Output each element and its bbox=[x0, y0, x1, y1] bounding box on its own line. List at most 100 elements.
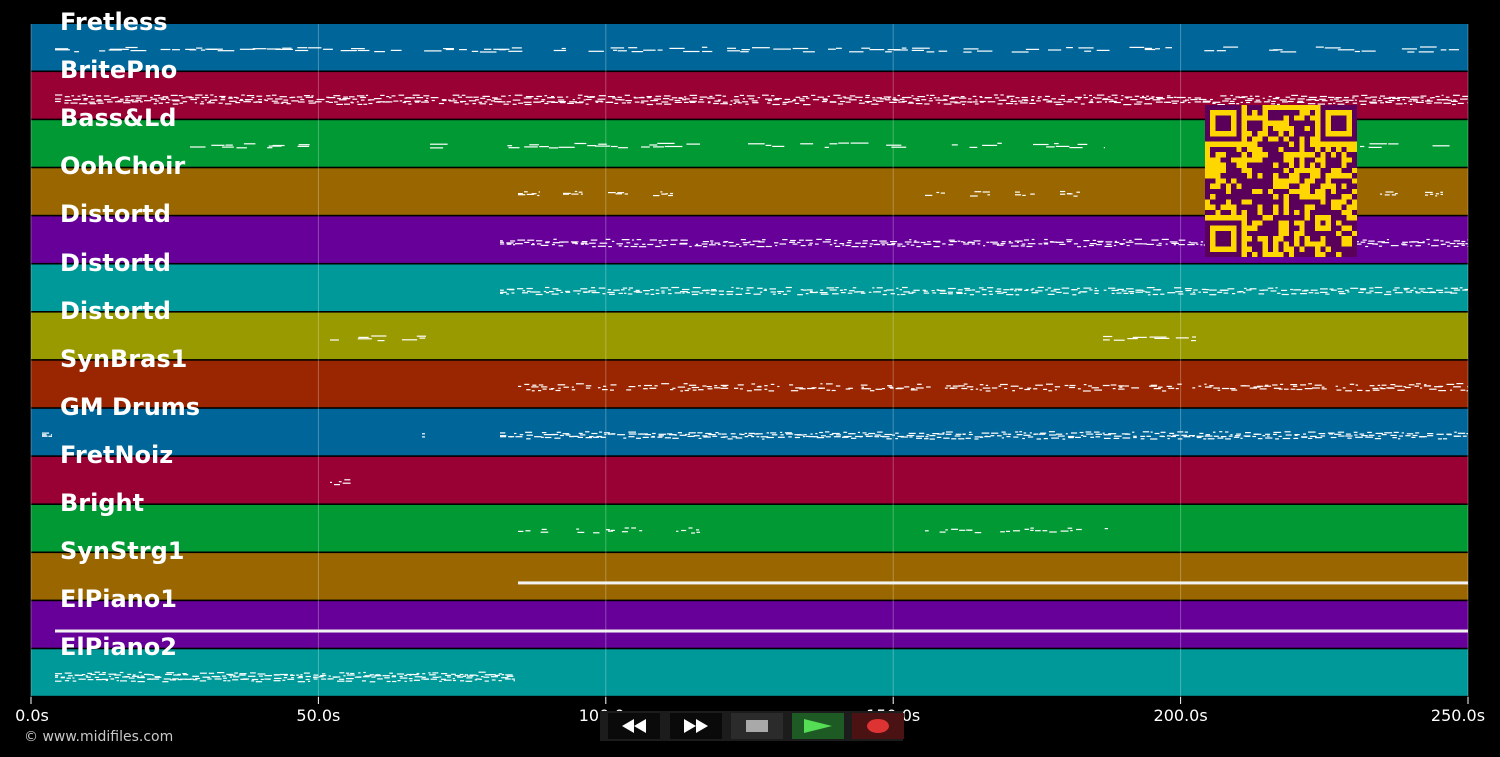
midi-note bbox=[1126, 244, 1130, 247]
midi-note bbox=[772, 103, 780, 106]
midi-note bbox=[777, 291, 784, 293]
midi-note bbox=[330, 481, 332, 483]
midi-note bbox=[742, 98, 745, 100]
midi-note bbox=[1440, 240, 1444, 242]
midi-note bbox=[914, 240, 917, 242]
midi-note bbox=[1116, 292, 1122, 294]
midi-note bbox=[1427, 99, 1430, 101]
midi-note bbox=[683, 50, 700, 53]
midi-note bbox=[629, 287, 633, 289]
midi-note bbox=[1397, 438, 1401, 440]
midi-note bbox=[412, 94, 420, 96]
midi-note bbox=[524, 191, 528, 193]
midi-note bbox=[1088, 101, 1094, 104]
midi-note bbox=[672, 437, 679, 439]
stop-button[interactable] bbox=[731, 713, 783, 739]
midi-note bbox=[1390, 384, 1396, 386]
midi-note bbox=[1166, 97, 1174, 99]
midi-note bbox=[1462, 435, 1467, 437]
midi-note bbox=[1083, 97, 1088, 99]
midi-note bbox=[480, 97, 486, 99]
midi-note bbox=[559, 102, 566, 104]
midi-note bbox=[1037, 97, 1040, 100]
midi-note bbox=[699, 292, 704, 294]
midi-note bbox=[1210, 98, 1213, 101]
midi-note bbox=[692, 287, 701, 289]
play-button[interactable] bbox=[792, 713, 844, 739]
midi-note bbox=[965, 289, 972, 291]
midi-note bbox=[556, 431, 561, 433]
midi-note bbox=[518, 581, 1468, 585]
midi-note bbox=[575, 102, 583, 104]
midi-note bbox=[1427, 287, 1433, 289]
midi-note bbox=[886, 144, 902, 146]
midi-note bbox=[774, 98, 782, 100]
midi-note bbox=[1142, 95, 1145, 97]
midi-note bbox=[554, 437, 561, 439]
track-name: Distortd bbox=[60, 200, 171, 229]
midi-note bbox=[624, 292, 627, 294]
midi-note bbox=[1035, 384, 1043, 386]
midi-note bbox=[1397, 389, 1405, 391]
midi-note bbox=[1160, 431, 1166, 433]
record-button[interactable] bbox=[852, 713, 904, 739]
midi-note bbox=[594, 145, 611, 147]
midi-note bbox=[1337, 49, 1355, 51]
midi-note bbox=[291, 100, 299, 102]
midi-note bbox=[660, 287, 669, 289]
midi-note bbox=[207, 678, 212, 680]
midi-note bbox=[152, 678, 160, 680]
midi-note bbox=[924, 438, 929, 440]
midi-note bbox=[677, 432, 682, 434]
midi-note bbox=[1308, 431, 1316, 433]
midi-note bbox=[628, 47, 638, 49]
midi-note bbox=[476, 675, 479, 677]
midi-note bbox=[947, 291, 953, 293]
midi-note bbox=[674, 292, 682, 294]
midi-note bbox=[1209, 294, 1217, 296]
midi-note bbox=[515, 436, 523, 438]
midi-note bbox=[139, 95, 148, 97]
midi-note bbox=[861, 386, 864, 388]
midi-note bbox=[466, 677, 473, 679]
midi-note bbox=[820, 383, 823, 385]
midi-note bbox=[1124, 433, 1131, 435]
midi-note bbox=[891, 242, 896, 245]
midi-note bbox=[797, 241, 801, 244]
midi-note bbox=[777, 436, 785, 438]
midi-note bbox=[131, 101, 139, 103]
fast-forward-button[interactable] bbox=[670, 713, 722, 739]
rewind-button[interactable] bbox=[608, 713, 660, 739]
midi-note bbox=[526, 438, 531, 440]
midi-note bbox=[55, 98, 62, 100]
midi-note bbox=[677, 386, 686, 388]
midi-note bbox=[1275, 287, 1278, 289]
midi-note bbox=[1329, 99, 1334, 101]
midi-note bbox=[625, 100, 632, 102]
qr-code[interactable] bbox=[1205, 105, 1357, 257]
track-lane bbox=[31, 312, 1468, 360]
midi-note bbox=[896, 287, 899, 289]
midi-note bbox=[715, 432, 719, 434]
midi-note bbox=[1410, 289, 1414, 291]
midi-note bbox=[1103, 289, 1107, 291]
midi-note bbox=[683, 383, 688, 385]
midi-note bbox=[618, 147, 628, 149]
midi-note bbox=[585, 98, 592, 101]
midi-note bbox=[1410, 245, 1413, 247]
midi-note bbox=[484, 101, 488, 103]
midi-note bbox=[461, 94, 466, 96]
track-lane bbox=[31, 24, 1468, 71]
midi-note bbox=[782, 101, 789, 103]
midi-note bbox=[551, 96, 555, 98]
midi-note bbox=[808, 436, 815, 438]
midi-note bbox=[621, 289, 625, 291]
midi-note bbox=[132, 674, 136, 676]
midi-note bbox=[1124, 385, 1129, 387]
midi-note bbox=[1454, 431, 1457, 433]
midi-note bbox=[414, 676, 423, 678]
midi-note bbox=[541, 432, 547, 434]
midi-note bbox=[640, 102, 645, 104]
midi-note bbox=[1408, 100, 1412, 102]
midi-note bbox=[1388, 143, 1399, 145]
